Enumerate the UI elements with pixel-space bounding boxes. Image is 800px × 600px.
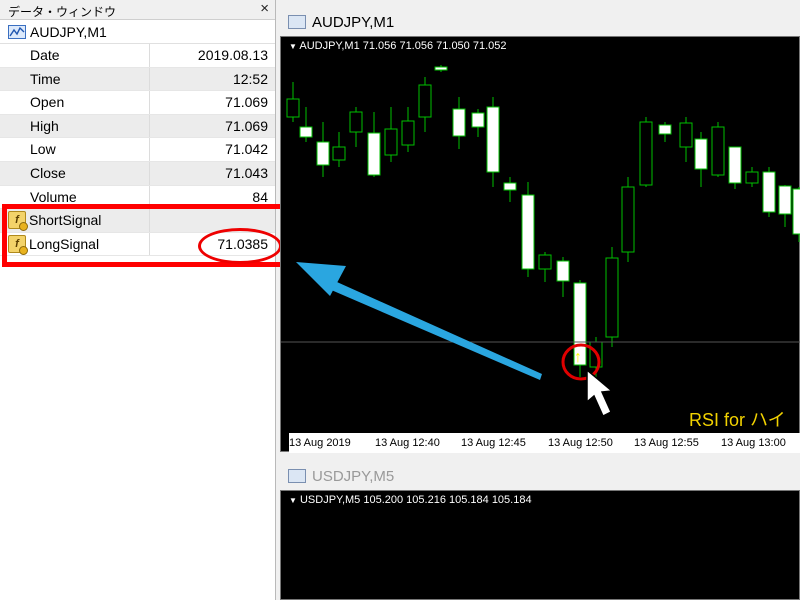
candle-body <box>621 186 635 253</box>
data-row-value: 71.043 <box>225 164 268 181</box>
data-window-symbol: AUDJPY,M1 <box>30 23 107 40</box>
candle-body <box>679 122 693 148</box>
data-row-open: Open 71.069 <box>0 91 275 115</box>
candlestick-plot <box>281 65 800 377</box>
chart-window-usdjpy: USDJPY,M5 ▼ USDJPY,M5 105.200 105.216 10… <box>280 462 800 600</box>
candle-body <box>556 260 570 282</box>
chart-window-titlebar[interactable]: USDJPY,M5 <box>280 462 800 490</box>
candle-body <box>762 171 776 213</box>
time-tick-label: 13 Aug 13:00 <box>721 437 786 449</box>
candle-body <box>299 126 313 138</box>
data-row-value: 12:52 <box>232 70 268 87</box>
chart-area[interactable]: ▼ USDJPY,M5 105.200 105.216 105.184 105.… <box>280 490 800 600</box>
chart-info: ▼ AUDJPY,M1 71.056 71.056 71.050 71.052 <box>289 40 507 52</box>
chart-quote-info: AUDJPY,M1 71.056 71.056 71.050 71.052 <box>299 40 507 52</box>
chart-window-title: AUDJPY,M1 <box>312 13 395 31</box>
data-row-label: Open <box>0 91 150 114</box>
data-row-label: Close <box>0 161 150 185</box>
time-tick-label: 13 Aug 12:55 <box>634 437 699 449</box>
close-icon[interactable]: × <box>260 1 269 17</box>
collapse-triangle-icon[interactable]: ▼ <box>289 42 297 51</box>
candle-body <box>332 146 346 161</box>
candle-body <box>471 112 485 128</box>
candle-body <box>316 141 330 166</box>
data-window-symbol-row: AUDJPY,M1 <box>0 20 275 44</box>
data-row-close: Close 71.043 <box>0 161 275 186</box>
candle-body <box>367 132 381 176</box>
candle-body <box>694 138 708 170</box>
data-row-time: Time 12:52 <box>0 67 275 92</box>
chart-window-title: USDJPY,M5 <box>312 467 395 485</box>
time-tick-label: 13 Aug 12:40 <box>375 437 440 449</box>
candle-body <box>452 108 466 137</box>
candle-body <box>503 182 517 191</box>
chart-window-icon <box>288 469 306 483</box>
candle-body <box>286 98 300 118</box>
data-row-label: Low <box>0 138 150 161</box>
data-row-high: High 71.069 <box>0 114 275 139</box>
data-row-label: Time <box>0 67 150 91</box>
data-row-value: 71.069 <box>225 117 268 134</box>
chart-window-audjpy: AUDJPY,M1 ▼ AUDJPY,M1 71.056 71.056 71.0… <box>280 8 800 453</box>
time-tick-label: 13 Aug 12:45 <box>461 437 526 449</box>
data-window: データ・ウィンドウ × AUDJPY,M1 Date 2019.08.13 Ti… <box>0 0 276 600</box>
data-row-value: 71.042 <box>225 141 268 158</box>
candle-body <box>605 257 619 338</box>
data-row-date: Date 2019.08.13 <box>0 44 275 68</box>
data-row-label: Date <box>0 44 150 67</box>
candle-body <box>486 106 500 173</box>
chart-quote-info: USDJPY,M5 105.200 105.216 105.184 105.18… <box>299 494 532 506</box>
overlay-caption: RSI for ハイ <box>689 410 786 430</box>
symbol-chart-icon <box>8 24 26 39</box>
candle-body <box>434 66 448 71</box>
data-row-label: High <box>0 114 150 138</box>
data-row-value: 71.069 <box>225 94 268 111</box>
candle-body <box>538 254 552 270</box>
signal-arrow-icon: ↑ <box>574 349 582 366</box>
candle-body <box>792 188 800 235</box>
candle-body <box>521 194 535 270</box>
app-root: データ・ウィンドウ × AUDJPY,M1 Date 2019.08.13 Ti… <box>0 0 800 600</box>
collapse-triangle-icon[interactable]: ▼ <box>289 496 297 505</box>
chart-window-icon <box>288 15 306 29</box>
candle-body <box>418 84 432 118</box>
highlight-ellipse <box>198 228 282 264</box>
chart-area[interactable]: ▼ AUDJPY,M1 71.056 71.056 71.050 71.052 … <box>280 36 800 453</box>
candle-body <box>401 120 415 146</box>
data-row-value: 2019.08.13 <box>197 47 268 63</box>
time-tick-label: 13 Aug 12:50 <box>548 437 613 449</box>
data-window-title: データ・ウィンドウ <box>8 5 117 19</box>
candle-body <box>658 124 672 135</box>
chart-info: ▼ USDJPY,M5 105.200 105.216 105.184 105.… <box>289 494 532 506</box>
candle-body <box>349 111 363 133</box>
candle-body <box>384 128 398 156</box>
time-axis: 13 Aug 2019 13 Aug 12:40 13 Aug 12:45 13… <box>289 433 800 453</box>
data-window-titlebar: データ・ウィンドウ × <box>0 0 275 20</box>
candle-body <box>745 171 759 184</box>
candle-body <box>778 185 792 215</box>
candle-body <box>711 126 725 176</box>
candle-body <box>728 146 742 184</box>
chart-window-titlebar[interactable]: AUDJPY,M1 <box>280 8 800 36</box>
candle-body <box>639 121 653 186</box>
candle-body <box>589 341 603 368</box>
data-row-low: Low 71.042 <box>0 138 275 162</box>
time-tick-label: 13 Aug 2019 <box>289 437 351 449</box>
